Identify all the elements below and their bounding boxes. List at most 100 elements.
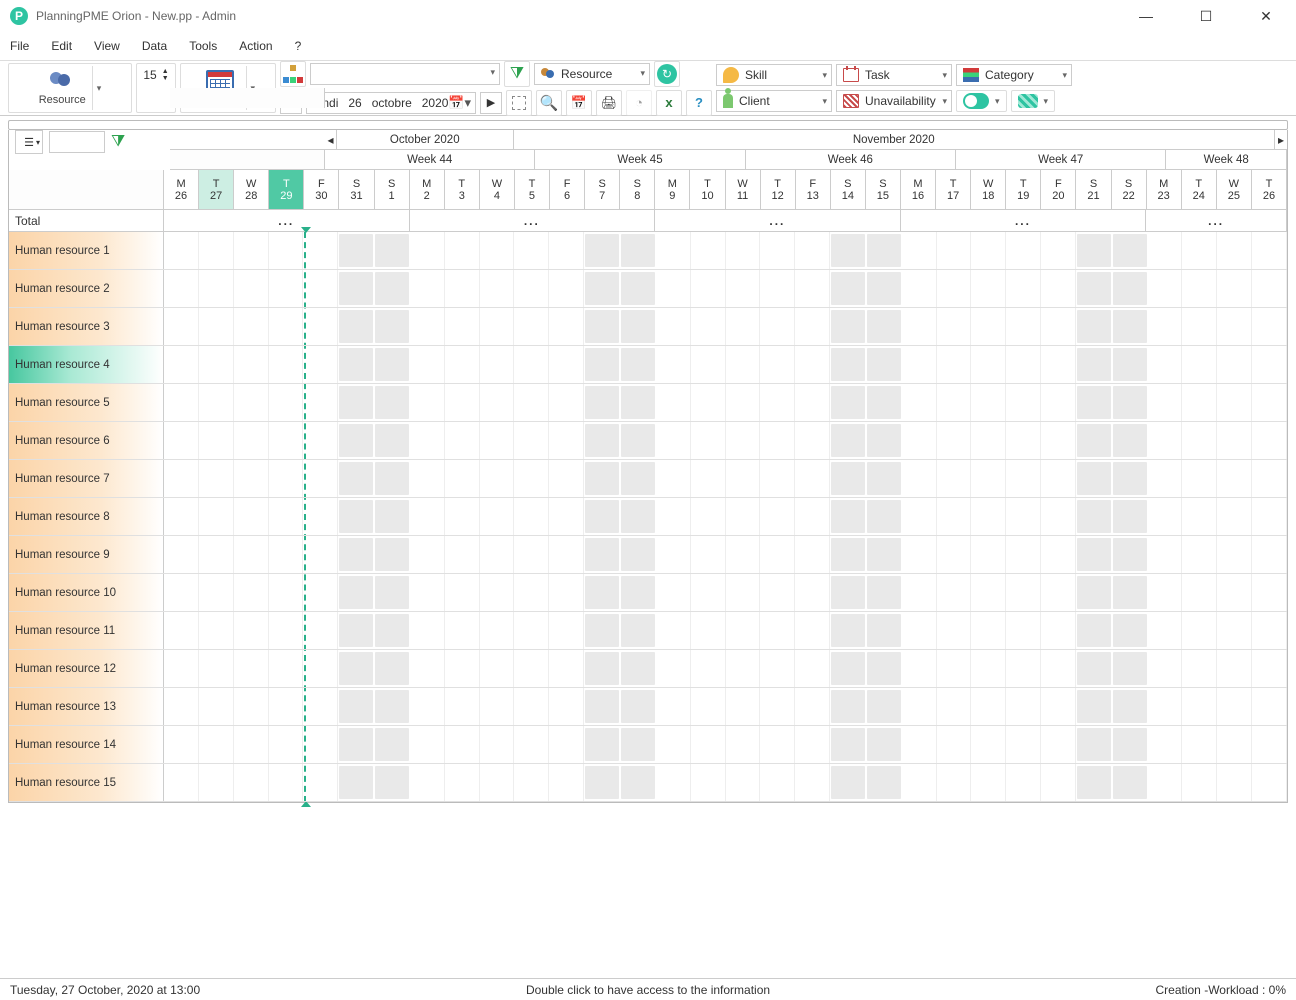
grid-cell[interactable] — [303, 688, 338, 725]
grid-cell[interactable] — [480, 688, 515, 725]
grid-cell[interactable] — [1182, 460, 1217, 497]
grid-cell[interactable] — [1006, 346, 1041, 383]
grid-cell[interactable] — [303, 460, 338, 497]
grid-cell[interactable] — [795, 308, 830, 345]
grid-cell[interactable] — [1217, 460, 1252, 497]
grid-cell[interactable] — [410, 574, 445, 611]
grid-cell[interactable] — [514, 270, 549, 307]
grid-cell[interactable] — [726, 498, 761, 535]
grid-cell[interactable] — [199, 574, 234, 611]
grid-cell[interactable] — [656, 764, 691, 801]
grid-cell[interactable] — [1041, 688, 1076, 725]
resource-name-cell[interactable]: Human resource 7 — [9, 460, 164, 497]
grid-cell[interactable] — [585, 500, 619, 533]
grid-cell[interactable] — [199, 384, 234, 421]
grid-cell[interactable] — [585, 272, 619, 305]
grid-cell[interactable] — [760, 270, 795, 307]
grid-cell[interactable] — [585, 766, 619, 799]
grid-cell[interactable] — [234, 688, 269, 725]
grid-cell[interactable] — [1041, 650, 1076, 687]
resource-dropdown[interactable]: Resource▾ — [534, 63, 650, 85]
grid-cell[interactable] — [726, 764, 761, 801]
grid-cell[interactable] — [375, 310, 409, 343]
grid-cell[interactable] — [795, 384, 830, 421]
resource-row[interactable]: Human resource 13 — [9, 688, 1287, 726]
grid-cell[interactable] — [831, 690, 865, 723]
grid-cell[interactable] — [1217, 270, 1252, 307]
grid-cell[interactable] — [514, 574, 549, 611]
grid-cell[interactable] — [726, 308, 761, 345]
grid-cell[interactable] — [480, 612, 515, 649]
grid-cell[interactable] — [269, 384, 304, 421]
grid-cell[interactable] — [760, 612, 795, 649]
grid-cell[interactable] — [234, 346, 269, 383]
grid-cell[interactable] — [760, 574, 795, 611]
grid-cell[interactable] — [1041, 498, 1076, 535]
grid-cell[interactable] — [1252, 422, 1287, 459]
grid-cell[interactable] — [164, 688, 199, 725]
grid-cell[interactable] — [1182, 536, 1217, 573]
grid-cell[interactable] — [410, 346, 445, 383]
grid-cell[interactable] — [480, 422, 515, 459]
grid-cell[interactable] — [514, 232, 549, 269]
grid-cell[interactable] — [1182, 764, 1217, 801]
grid-cell[interactable] — [1148, 270, 1183, 307]
grid-cell[interactable] — [1041, 764, 1076, 801]
grid-cell[interactable] — [445, 764, 480, 801]
grid-cell[interactable] — [164, 536, 199, 573]
grid-cell[interactable] — [971, 346, 1006, 383]
grid-cell[interactable] — [971, 612, 1006, 649]
grid-cell[interactable] — [831, 652, 865, 685]
grid-cell[interactable] — [831, 614, 865, 647]
grid-cell[interactable] — [621, 690, 655, 723]
grid-cell[interactable] — [164, 764, 199, 801]
grid-cell[interactable] — [549, 764, 584, 801]
grid-cell[interactable] — [691, 574, 726, 611]
grid-cell[interactable] — [656, 308, 691, 345]
day-header[interactable]: T5 — [515, 170, 550, 209]
grid-cell[interactable] — [410, 498, 445, 535]
grid-cell[interactable] — [1217, 574, 1252, 611]
grid-cell[interactable] — [410, 384, 445, 421]
minimize-button[interactable]: — — [1126, 2, 1166, 30]
grid-cell[interactable] — [480, 346, 515, 383]
grid-cell[interactable] — [1113, 576, 1147, 609]
day-header[interactable]: F30 — [304, 170, 339, 209]
grid-cell[interactable] — [1006, 650, 1041, 687]
grid-cell[interactable] — [760, 536, 795, 573]
grid-cell[interactable] — [971, 384, 1006, 421]
day-header[interactable]: F13 — [796, 170, 831, 209]
grid-cell[interactable] — [1113, 500, 1147, 533]
grid-cell[interactable] — [375, 766, 409, 799]
day-header[interactable]: W28 — [234, 170, 269, 209]
grid-cell[interactable] — [164, 232, 199, 269]
grid-cell[interactable] — [234, 612, 269, 649]
grid-cell[interactable] — [691, 270, 726, 307]
grid-cell[interactable] — [585, 576, 619, 609]
grid-cell[interactable] — [375, 462, 409, 495]
grid-cell[interactable] — [937, 726, 972, 763]
resource-name-cell[interactable]: Human resource 6 — [9, 422, 164, 459]
grid-cell[interactable] — [621, 310, 655, 343]
grid-cell[interactable] — [164, 308, 199, 345]
grid-cell[interactable] — [1006, 688, 1041, 725]
grid-cell[interactable] — [795, 498, 830, 535]
grid-cell[interactable] — [480, 574, 515, 611]
grid-cell[interactable] — [269, 764, 304, 801]
grid-cell[interactable] — [269, 612, 304, 649]
resource-name-cell[interactable]: Human resource 1 — [9, 232, 164, 269]
grid-cell[interactable] — [867, 614, 901, 647]
grid-cell[interactable] — [234, 498, 269, 535]
day-header[interactable]: M2 — [410, 170, 445, 209]
grid-cell[interactable] — [549, 536, 584, 573]
grid-cell[interactable] — [902, 460, 937, 497]
grid-cell[interactable] — [375, 500, 409, 533]
grid-cell[interactable] — [549, 726, 584, 763]
grid-cell[interactable] — [199, 232, 234, 269]
scroll-right-button[interactable]: ▸ — [1275, 130, 1287, 149]
toggle-availability-view[interactable]: ▾ — [956, 90, 1007, 112]
grid-cell[interactable] — [867, 500, 901, 533]
grid-cell[interactable] — [726, 536, 761, 573]
resource-row[interactable]: Human resource 11 — [9, 612, 1287, 650]
grid-cell[interactable] — [1113, 690, 1147, 723]
